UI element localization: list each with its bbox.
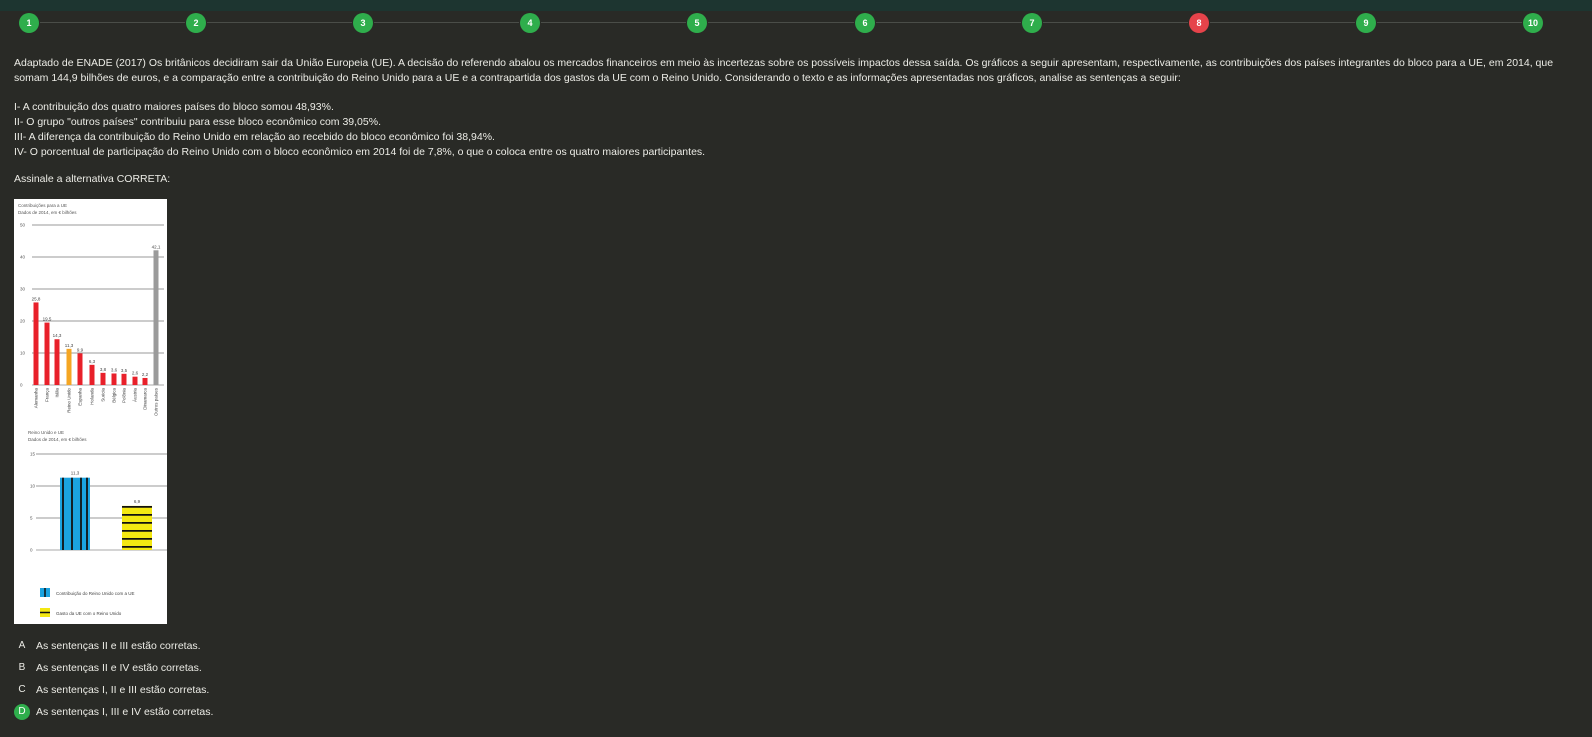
chart1-value-label: 14,3 [53, 333, 62, 338]
step-5[interactable]: 5 [687, 13, 707, 33]
chart2-value-label: 6,9 [134, 499, 141, 504]
charts-image: Contribuições para a UE Dados de 2014, em… [14, 199, 167, 624]
question-prompt: Assinale a alternativa CORRETA: [14, 173, 171, 185]
charts-svg: Contribuições para a UE Dados de 2014, em… [18, 203, 167, 617]
step-6[interactable]: 6 [855, 13, 875, 33]
option-text: As sentenças II e IV estão corretas. [36, 662, 202, 674]
chart1-category-label: Outros países [154, 387, 159, 416]
chart1-bar-áustria [132, 376, 138, 385]
step-8[interactable]: 8 [1189, 13, 1209, 33]
option-letter[interactable]: D [14, 704, 30, 720]
chart1-ytick-label: 40 [20, 255, 26, 260]
chart1-bar-polônia [121, 373, 127, 385]
chart2-bar [60, 477, 90, 550]
chart1-bar-holanda [89, 364, 95, 385]
chart1-bar-alemanha [33, 302, 39, 385]
chart1-category-label: Bélgica [112, 388, 117, 403]
question-intro: Adaptado de ENADE (2017) Os britânicos d… [14, 57, 1554, 84]
chart1-value-label: 19,5 [43, 317, 52, 322]
chart1-ytick-label: 10 [20, 351, 26, 356]
chart1-ytick-label: 0 [20, 383, 23, 388]
chart1-category-label: França [45, 388, 50, 403]
chart1-bar-dinamarca [142, 377, 148, 385]
step-1[interactable]: 1 [19, 13, 39, 33]
stepper-connector [876, 22, 1021, 23]
step-3[interactable]: 3 [353, 13, 373, 33]
chart1-bar-itália [54, 339, 60, 385]
chart1-bar-suécia [100, 372, 106, 385]
chart2-bar [122, 505, 152, 550]
chart1-value-label: 3,6 [111, 367, 118, 372]
statement-2: II- O grupo "outros países" contribuiu p… [14, 116, 381, 128]
option-letter[interactable]: C [14, 682, 30, 698]
chart1-category-label: Holanda [90, 388, 95, 405]
stepper-connector [708, 22, 854, 23]
chart1-value-label: 11,3 [65, 343, 74, 348]
statement-3: III- A diferença da contribuição do Rein… [14, 131, 495, 143]
stepper-connector [207, 22, 352, 23]
chart2-ytick-label: 15 [30, 452, 36, 457]
chart2-ytick-label: 10 [30, 484, 36, 489]
question-stepper: 1 2 3 4 5 6 7 8 9 10 [0, 12, 1592, 34]
option-text: As sentenças I, III e IV estão corretas. [36, 706, 214, 718]
chart1-category-label: Suécia [101, 388, 106, 402]
option-letter[interactable]: A [14, 638, 30, 654]
chart2-subtitle: Dados de 2014, em € bilhões [28, 437, 87, 442]
chart1-category-label: Espanha [78, 388, 83, 406]
top-bar [0, 0, 1592, 11]
chart1-category-label: Reino Unido [67, 388, 72, 413]
option-letter[interactable]: B [14, 660, 30, 676]
chart1-value-label: 2,6 [132, 371, 139, 376]
stepper-connector [374, 22, 519, 23]
option-text: As sentenças I, II e III estão corretas. [36, 684, 210, 696]
step-7[interactable]: 7 [1022, 13, 1042, 33]
chart1-category-label: Dinamarca [143, 388, 148, 410]
chart2-title: Reino Unido e UE [28, 430, 64, 435]
chart1-subtitle: Dados de 2014, em € bilhões [18, 210, 77, 215]
statement-4: IV- O porcentual de participação do Rein… [14, 146, 706, 158]
option-text: As sentenças II e III estão corretas. [36, 640, 201, 652]
chart1-value-label: 3,8 [100, 367, 107, 372]
chart1-category-label: Áustria [132, 388, 138, 403]
chart2-ytick-label: 5 [30, 516, 33, 521]
legend-label-expense: Gasto da UE com o Reino Unido [56, 611, 122, 616]
step-10[interactable]: 10 [1523, 13, 1543, 33]
chart2-ytick-label: 0 [30, 548, 33, 553]
chart1-bar-reino-unido [66, 348, 72, 385]
option-c[interactable]: C As sentenças I, II e III estão corretas… [14, 682, 614, 704]
chart1-value-label: 2,2 [142, 372, 149, 377]
step-9[interactable]: 9 [1356, 13, 1376, 33]
chart1-bar-espanha [77, 353, 83, 385]
chart1-value-label: 9,9 [77, 347, 84, 352]
chart2-value-label: 11,3 [71, 471, 80, 476]
question-content: Adaptado de ENADE (2017) Os britânicos d… [14, 56, 1554, 187]
stepper-connector [1210, 22, 1355, 23]
chart1-category-label: Alemanha [34, 388, 39, 409]
legend-label-contribution: Contribuição do Reino Unido com a UE [56, 591, 135, 596]
chart1-ytick-label: 50 [20, 223, 26, 228]
chart1-bar-frança [44, 322, 50, 385]
chart1-bar-bélgica [111, 373, 117, 385]
option-a[interactable]: A As sentenças II e III estão corretas. [14, 638, 614, 660]
stepper-connector [541, 22, 686, 23]
chart1-category-label: Polônia [122, 388, 127, 404]
answer-options: A As sentenças II e III estão corretas. B A… [14, 638, 614, 726]
option-b[interactable]: B As sentenças II e IV estão corretas. [14, 660, 614, 682]
chart1-value-label: 25,8 [32, 296, 41, 301]
chart1-ytick-label: 20 [20, 319, 26, 324]
stepper-connector [1377, 22, 1522, 23]
chart1-title: Contribuições para a UE [18, 203, 67, 208]
chart1-bar-outros-países [153, 250, 159, 385]
statement-1: I- A contribuição dos quatro maiores paí… [14, 101, 334, 113]
chart1-value-label: 3,5 [121, 368, 128, 373]
chart1-value-label: 6,3 [89, 359, 96, 364]
step-2[interactable]: 2 [186, 13, 206, 33]
chart1-value-label: 42,1 [152, 244, 161, 249]
stepper-connector [1043, 22, 1188, 23]
step-4[interactable]: 4 [520, 13, 540, 33]
chart1-category-label: Itália [55, 388, 60, 398]
stepper-connector [40, 22, 185, 23]
option-d[interactable]: D As sentenças I, III e IV estão corretas… [14, 704, 614, 726]
chart1-ytick-label: 30 [20, 287, 26, 292]
